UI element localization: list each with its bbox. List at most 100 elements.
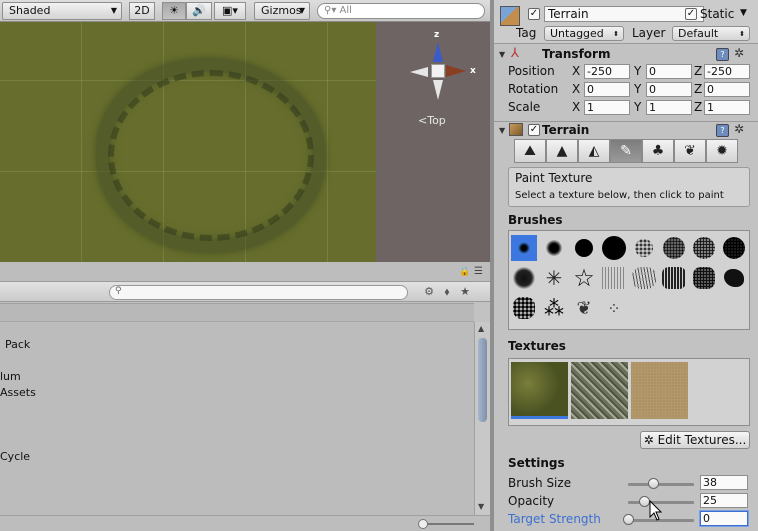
brush-blot[interactable] bbox=[721, 265, 747, 291]
brush-splat[interactable] bbox=[721, 235, 747, 261]
scene-view[interactable]: Shaded ▼ 2D ☀ 🔊 ▣▾ Gizmos ▼ ⚲▾ All z x <… bbox=[0, 0, 490, 262]
rotation-y-field[interactable]: 0 bbox=[646, 82, 692, 97]
raise-lower-icon[interactable]: ⛰ bbox=[514, 139, 546, 163]
opacity-field[interactable]: 25 bbox=[700, 493, 748, 508]
gizmo-neg-x-axis[interactable] bbox=[410, 67, 428, 77]
project-search-input[interactable]: ⚲ bbox=[109, 285, 408, 300]
render-mode-dropdown[interactable]: Shaded ▼ bbox=[2, 2, 122, 20]
brush-leaves[interactable]: ❦ bbox=[571, 295, 597, 321]
brush-noise[interactable] bbox=[661, 235, 687, 261]
target-strength-slider-knob[interactable] bbox=[622, 514, 634, 525]
brush-dots[interactable]: ⁂ bbox=[541, 295, 567, 321]
icon-size-slider-knob[interactable] bbox=[418, 519, 428, 529]
brush-star-outline[interactable]: ☆ bbox=[571, 264, 597, 292]
transform-header[interactable]: ▼ ⅄ Transform ? ✲ bbox=[494, 46, 758, 64]
position-label: Position bbox=[508, 64, 555, 78]
rotation-z-field[interactable]: 0 bbox=[704, 82, 750, 97]
smooth-height-icon[interactable]: ◭ bbox=[578, 139, 610, 163]
brush-sponge[interactable] bbox=[511, 295, 537, 321]
position-x-field[interactable]: -250 bbox=[584, 64, 630, 79]
fold-down-icon[interactable]: ▼ bbox=[499, 126, 505, 135]
paint-details-icon[interactable]: ❦ bbox=[674, 139, 706, 163]
brush-hard-large[interactable] bbox=[601, 235, 627, 261]
brush-flower[interactable] bbox=[511, 265, 537, 291]
favorite-star-icon[interactable]: ★ bbox=[456, 285, 474, 298]
position-y-field[interactable]: 0 bbox=[646, 64, 692, 79]
scene-search-input[interactable]: ⚲▾ All bbox=[317, 3, 485, 19]
scroll-down-icon[interactable]: ▼ bbox=[478, 502, 484, 511]
texture-list bbox=[508, 358, 750, 426]
gizmo-center[interactable] bbox=[431, 64, 445, 78]
place-trees-icon[interactable]: ♣ bbox=[642, 139, 674, 163]
axis-x-label: X bbox=[572, 82, 581, 96]
project-scrollbar[interactable]: ▲ ▼ bbox=[474, 322, 490, 515]
help-book-icon[interactable]: ? bbox=[716, 48, 729, 61]
texture-dirt[interactable] bbox=[631, 362, 688, 419]
gear-icon[interactable]: ✲ bbox=[734, 46, 744, 60]
position-z-field[interactable]: -250 bbox=[704, 64, 750, 79]
settings-icon[interactable]: ✹ bbox=[706, 139, 738, 163]
scale-z-field[interactable]: 1 bbox=[704, 100, 750, 115]
object-name-field[interactable]: Terrain bbox=[544, 6, 704, 22]
help-book-icon[interactable]: ? bbox=[716, 124, 729, 137]
brush-grass-dark[interactable] bbox=[661, 265, 687, 291]
sun-icon[interactable]: ☀ bbox=[162, 2, 186, 20]
fold-down-icon[interactable]: ▼ bbox=[499, 50, 505, 59]
list-item[interactable]: Cycle bbox=[0, 450, 30, 463]
terrain-enabled-checkbox[interactable]: ✓ bbox=[528, 124, 540, 136]
brushes-title: Brushes bbox=[508, 213, 563, 227]
settings-title: Settings bbox=[508, 456, 565, 470]
active-checkbox[interactable]: ✓ bbox=[528, 8, 540, 20]
terrain-header[interactable]: ▼ ✓ Terrain ? ✲ bbox=[494, 121, 758, 139]
brush-grass-medium[interactable] bbox=[631, 265, 657, 291]
gizmo-x-axis[interactable] bbox=[446, 65, 466, 77]
static-checkbox[interactable]: ✓ bbox=[685, 8, 697, 20]
scale-y-field[interactable]: 1 bbox=[646, 100, 692, 115]
terrain-surface[interactable] bbox=[0, 22, 376, 262]
texture-grass[interactable] bbox=[511, 362, 568, 419]
paint-texture-icon[interactable]: ✎ bbox=[610, 139, 642, 163]
speaker-icon[interactable]: 🔊 bbox=[186, 2, 212, 20]
brush-rough[interactable] bbox=[691, 265, 717, 291]
paint-height-icon[interactable]: ▲ bbox=[546, 139, 578, 163]
gizmos-dropdown[interactable]: Gizmos ▼ bbox=[254, 2, 310, 20]
tag-dropdown[interactable]: Untagged ⬍ bbox=[544, 26, 624, 41]
gizmo-z-axis[interactable] bbox=[433, 42, 443, 62]
filter-label-icon[interactable]: ⬧ bbox=[438, 285, 456, 299]
transform-axes-icon: ⅄ bbox=[511, 46, 519, 61]
brush-soft-medium[interactable] bbox=[541, 235, 567, 261]
brush-scatter[interactable]: ⁘ bbox=[601, 295, 627, 321]
brush-star-thin[interactable]: ✳ bbox=[541, 265, 567, 291]
brush-size-slider-knob[interactable] bbox=[647, 478, 659, 489]
brush-hard-medium[interactable] bbox=[571, 235, 597, 261]
list-item[interactable]: Assets bbox=[0, 386, 36, 399]
gear-icon[interactable]: ✲ bbox=[734, 122, 744, 136]
panel-menu-icon[interactable]: ☰ bbox=[474, 266, 483, 277]
scrollbar-thumb[interactable] bbox=[478, 338, 487, 422]
chevron-down-icon[interactable]: ▼ bbox=[740, 8, 747, 18]
layer-dropdown[interactable]: Default ⬍ bbox=[672, 26, 750, 41]
image-icon[interactable]: ▣▾ bbox=[214, 2, 246, 20]
edit-textures-button[interactable]: ✲ Edit Textures... bbox=[640, 431, 750, 449]
view-label[interactable]: <Top bbox=[418, 114, 446, 127]
brush-size-field[interactable]: 38 bbox=[700, 475, 748, 490]
target-strength-field[interactable]: 0 bbox=[700, 511, 748, 526]
brush-size-slider-track[interactable] bbox=[628, 483, 694, 486]
scroll-up-icon[interactable]: ▲ bbox=[478, 324, 484, 333]
list-item[interactable]: lum bbox=[0, 370, 21, 383]
rotation-x-field[interactable]: 0 bbox=[584, 82, 630, 97]
brush-soft-small[interactable] bbox=[511, 235, 537, 261]
brush-speckle[interactable] bbox=[631, 235, 657, 261]
list-item[interactable]: Pack bbox=[5, 338, 30, 351]
brush-noise-dense[interactable] bbox=[691, 235, 717, 261]
axis-z-label: Z bbox=[694, 82, 703, 96]
texture-rocky-grass[interactable] bbox=[571, 362, 628, 419]
icon-size-slider-track[interactable] bbox=[424, 523, 474, 525]
filter-type-icon[interactable]: ⚙ bbox=[420, 285, 438, 298]
lock-icon[interactable]: 🔒 bbox=[459, 267, 470, 277]
2d-toggle-button[interactable]: 2D bbox=[129, 2, 155, 20]
project-list: Pack lum Assets Cycle bbox=[0, 303, 474, 515]
scale-x-field[interactable]: 1 bbox=[584, 100, 630, 115]
gizmo-neg-z-axis[interactable] bbox=[433, 80, 443, 100]
brush-grass-light[interactable] bbox=[601, 265, 627, 291]
